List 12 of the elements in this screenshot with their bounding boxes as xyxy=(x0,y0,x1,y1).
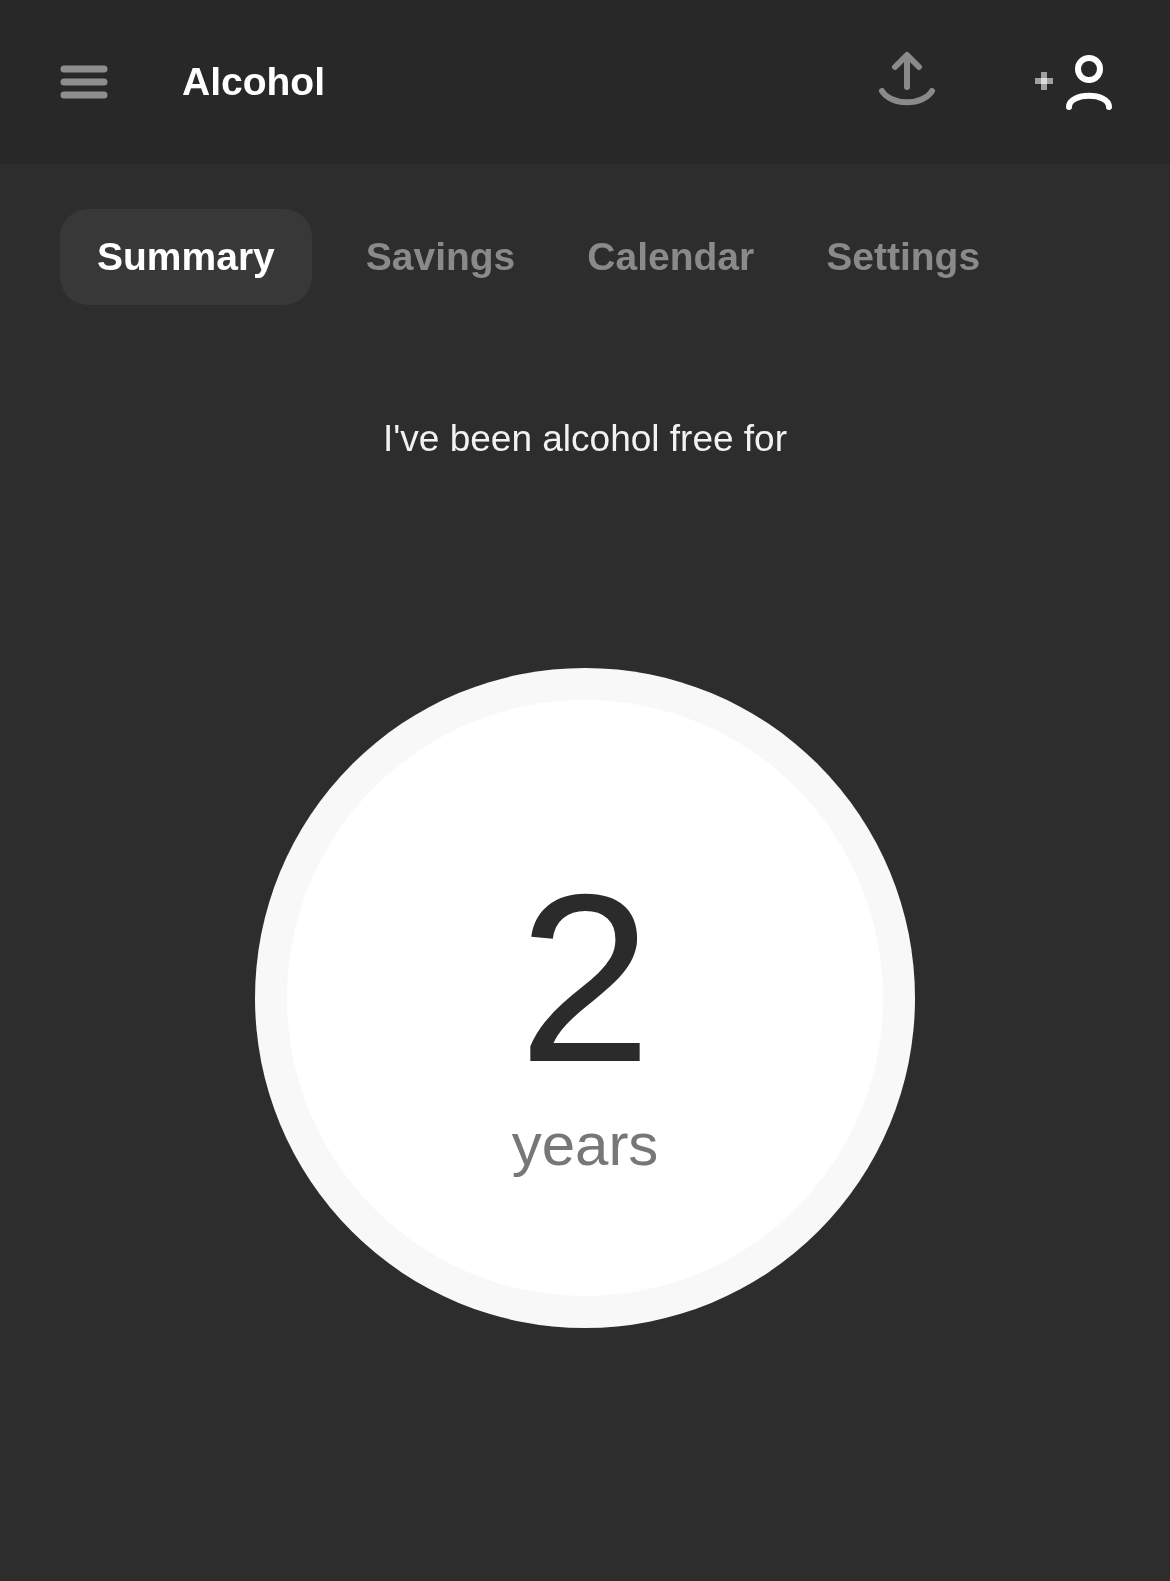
add-person-button[interactable] xyxy=(1032,52,1114,112)
screen-title: Alcohol xyxy=(182,60,325,104)
tab[interactable]: Savings xyxy=(347,209,534,305)
menu-icon xyxy=(60,65,108,99)
tab[interactable]: Calendar xyxy=(569,209,773,305)
count-number: 2 xyxy=(518,857,652,1098)
count-unit: years xyxy=(511,1109,659,1179)
caption-text: I've been alcohol free for xyxy=(381,418,788,460)
add-person-icon xyxy=(1032,52,1114,112)
tab[interactable]: Summary xyxy=(60,209,312,305)
tab[interactable]: Settings xyxy=(808,209,999,305)
menu-button[interactable] xyxy=(60,65,108,99)
